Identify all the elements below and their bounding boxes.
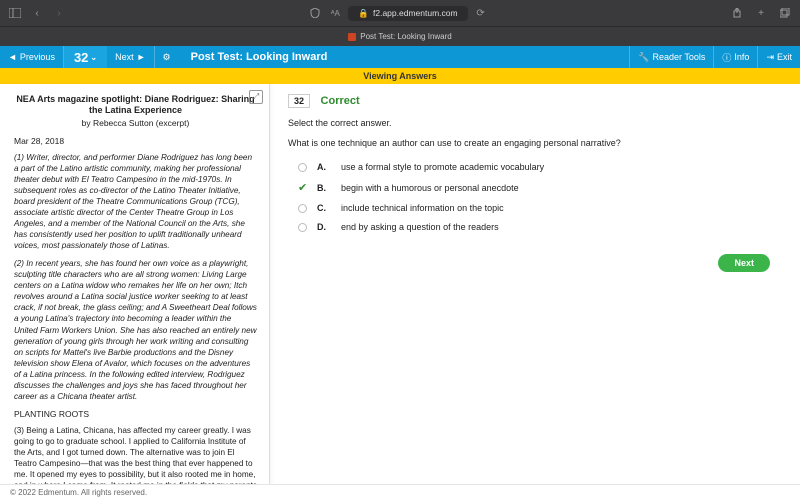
back-icon[interactable]: ‹ <box>30 6 44 20</box>
tab-favicon <box>348 33 356 41</box>
gear-icon: ⚙ <box>163 52 171 63</box>
radio-icon <box>298 223 307 232</box>
passage-date: Mar 28, 2018 <box>14 136 257 146</box>
next-question-button[interactable]: Next <box>718 254 770 272</box>
info-icon: ⓘ <box>722 51 731 64</box>
choice-text: end by asking a question of the readers <box>341 222 499 232</box>
exit-label: Exit <box>777 52 792 62</box>
choice-letter: C. <box>317 203 331 213</box>
question-text: What is one technique an author can use … <box>288 138 782 148</box>
reload-icon[interactable]: ⟳ <box>474 6 488 20</box>
tab-title: Post Test: Looking Inward <box>360 32 451 41</box>
app-toolbar: ◄ Previous 32 ⌄ Next ► ⚙ Post Test: Look… <box>0 46 800 68</box>
passage-para3: (3) Being a Latina, Chicana, has affecte… <box>14 425 257 486</box>
url-host: f2.app.edmentum.com <box>373 8 458 18</box>
chevron-right-icon: ► <box>137 52 146 62</box>
share-icon[interactable] <box>730 6 744 20</box>
passage-title: NEA Arts magazine spotlight: Diane Rodri… <box>14 94 257 116</box>
text-size-icon[interactable]: ᴬA <box>328 6 342 20</box>
question-status: Correct <box>321 95 360 107</box>
answer-choices: A. use a formal style to promote academi… <box>298 162 782 232</box>
settings-button[interactable]: ⚙ <box>155 46 179 68</box>
radio-icon <box>298 163 307 172</box>
forward-icon[interactable]: › <box>52 6 66 20</box>
check-icon: ✔ <box>298 181 307 194</box>
reader-tools-button[interactable]: 🔧 Reader Tools <box>629 46 713 68</box>
question-count[interactable]: 32 ⌄ <box>64 46 107 68</box>
new-tab-icon[interactable]: + <box>754 6 768 20</box>
active-tab[interactable]: Post Test: Looking Inward <box>348 32 451 41</box>
shield-icon[interactable] <box>308 6 322 20</box>
exit-button[interactable]: ⇥ Exit <box>757 46 800 68</box>
chevron-left-icon: ◄ <box>8 52 17 62</box>
footer-copyright: © 2022 Edmentum. All rights reserved. <box>0 484 800 500</box>
browser-chrome: ‹ › ᴬA 🔒 f2.app.edmentum.com ⟳ + <box>0 0 800 26</box>
url-bar[interactable]: 🔒 f2.app.edmentum.com <box>348 6 467 21</box>
choice-text: use a formal style to promote academic v… <box>341 162 544 172</box>
passage-author: by Rebecca Sutton (excerpt) <box>14 118 257 128</box>
next-label: Next <box>115 52 134 62</box>
passage-panel: ⤢ NEA Arts magazine spotlight: Diane Rod… <box>0 84 270 486</box>
passage-para2: (2) In recent years, she has found her o… <box>14 258 257 402</box>
score-value: 32 <box>74 50 88 65</box>
choice-a[interactable]: A. use a formal style to promote academi… <box>298 162 782 172</box>
content-area: ⤢ NEA Arts magazine spotlight: Diane Rod… <box>0 84 800 486</box>
question-instruction: Select the correct answer. <box>288 118 782 128</box>
passage-para1: (1) Writer, director, and performer Dian… <box>14 152 257 252</box>
viewing-answers-banner: Viewing Answers <box>0 68 800 84</box>
question-number: 32 <box>288 94 310 108</box>
choice-letter: A. <box>317 162 331 172</box>
choice-d[interactable]: D. end by asking a question of the reade… <box>298 222 782 232</box>
lock-icon: 🔒 <box>358 8 369 19</box>
radio-icon <box>298 204 307 213</box>
previous-button[interactable]: ◄ Previous <box>0 46 64 68</box>
choice-letter: B. <box>317 183 331 193</box>
tabs-icon[interactable] <box>778 6 792 20</box>
exit-icon: ⇥ <box>766 52 774 63</box>
next-button[interactable]: Next ► <box>107 46 154 68</box>
choice-text: include technical information on the top… <box>341 203 504 213</box>
choice-c[interactable]: C. include technical information on the … <box>298 203 782 213</box>
tab-bar: Post Test: Looking Inward <box>0 26 800 46</box>
chevron-down-icon: ⌄ <box>90 53 97 62</box>
choice-letter: D. <box>317 222 331 232</box>
info-label: Info <box>734 52 749 62</box>
sidebar-toggle-icon[interactable] <box>8 6 22 20</box>
page-title: Post Test: Looking Inward <box>179 51 328 63</box>
passage-heading: PLANTING ROOTS <box>14 409 257 419</box>
previous-label: Previous <box>20 52 55 62</box>
info-button[interactable]: ⓘ Info <box>713 46 757 68</box>
question-panel: 32 Correct Select the correct answer. Wh… <box>270 84 800 486</box>
choice-text: begin with a humorous or personal anecdo… <box>341 183 519 193</box>
reader-tools-label: Reader Tools <box>653 52 706 62</box>
wrench-icon: 🔧 <box>638 52 649 63</box>
question-header: 32 Correct <box>288 94 782 108</box>
expand-icon[interactable]: ⤢ <box>249 90 263 104</box>
choice-b[interactable]: ✔ B. begin with a humorous or personal a… <box>298 181 782 194</box>
